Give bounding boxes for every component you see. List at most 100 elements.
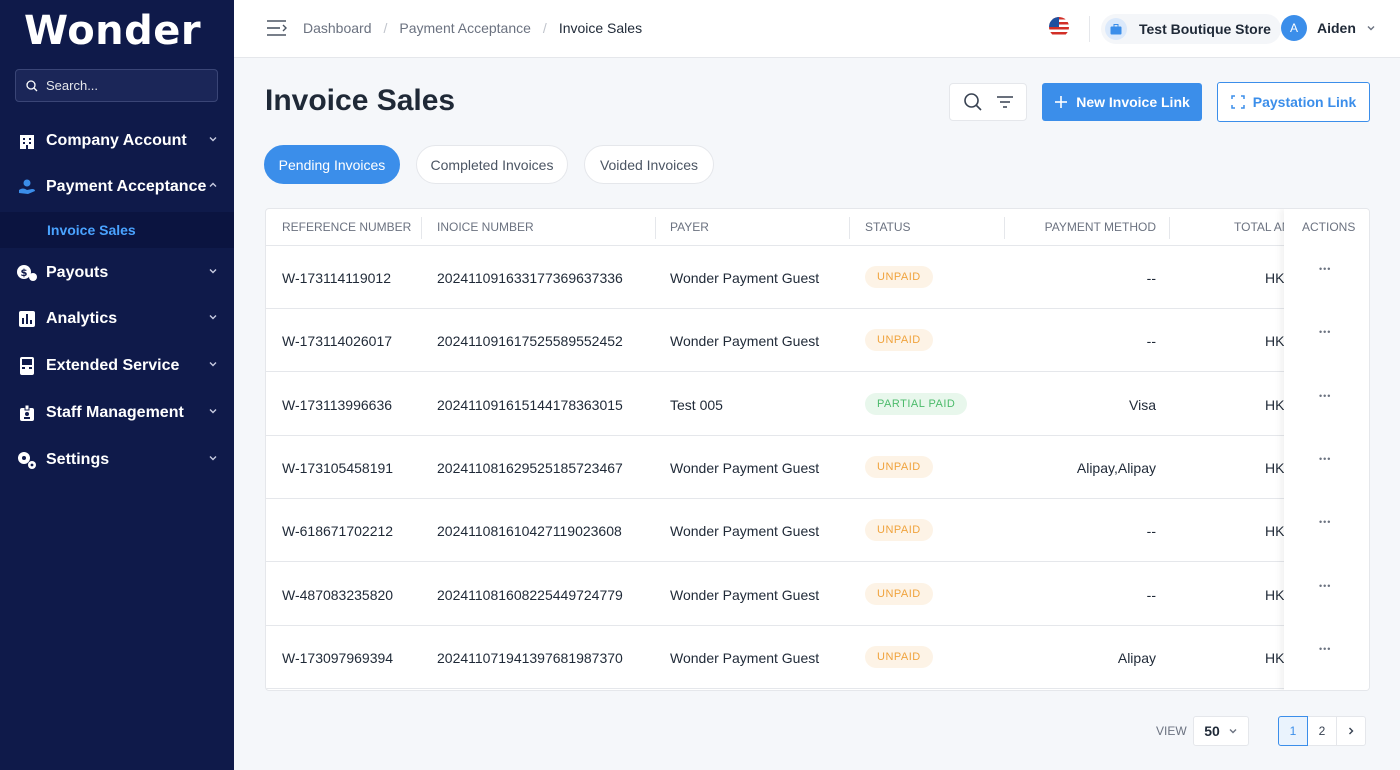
sidebar-item-company-account[interactable]: Company Account [0,121,234,161]
page-button-1[interactable]: 1 [1278,716,1308,746]
sidebar-subitem-invoice-sales[interactable]: Invoice Sales [0,212,234,248]
breadcrumb-payment-acceptance[interactable]: Payment Acceptance [399,20,531,36]
more-actions-icon[interactable]: ••• [1319,264,1331,274]
table-header: REFERENCE NUMBER INOICE NUMBER PAYER STA… [266,209,1369,246]
sidebar-item-label: Company Account [46,132,187,149]
paystation-link-button[interactable]: Paystation Link [1217,82,1370,122]
table-row[interactable]: W-618671702212 202411081610427119023608 Wo… [266,499,1369,563]
scan-frame-icon [1231,95,1245,109]
cell-payment-method: -- [1146,270,1156,286]
terminal-icon [16,355,38,377]
cell-total-amount: HK [1265,649,1285,666]
more-actions-icon[interactable]: ••• [1319,391,1331,401]
page-title: Invoice Sales [265,84,456,117]
tab-completed-invoices[interactable]: Completed Invoices [416,145,568,184]
more-actions-icon[interactable]: ••• [1319,327,1331,337]
store-selector[interactable]: Test Boutique Store [1101,14,1281,44]
search-icon[interactable] [963,92,983,112]
cell-reference: W-173114119012 [282,270,391,286]
cell-payment-method: -- [1146,586,1156,603]
cell-reference: W-487083235820 [282,586,394,603]
cell-reference: W-173097969394 [282,649,394,666]
tab-voided-invoices[interactable]: Voided Invoices [584,145,714,184]
chevron-down-icon [209,456,217,461]
cell-payer: Wonder Payment Guest [670,459,820,476]
more-actions-icon[interactable]: ••• [1319,454,1331,464]
cell-reference: W-173105458191 [282,459,394,476]
wonder-logo[interactable]: Wonder [24,8,201,54]
divider [1089,16,1090,42]
topbar: Dashboard / Payment Acceptance / Invoice… [234,0,1400,58]
column-header-invoice[interactable]: INOICE NUMBER [437,220,534,234]
search-icon [26,79,38,91]
column-header-status[interactable]: STATUS [865,220,911,234]
sidebar-item-label: Settings [46,451,110,468]
cell-invoice-number: 202411091617525589552452 [437,333,623,350]
breadcrumb-dashboard[interactable]: Dashboard [303,20,372,36]
cell-invoice-number: 202411081610427119023608 [437,523,622,540]
page-button-2[interactable]: 2 [1307,716,1337,746]
more-actions-icon[interactable]: ••• [1319,581,1331,591]
cell-payment-method: Alipay,Alipay [1076,459,1156,476]
badge-icon [16,402,38,424]
new-invoice-link-button[interactable]: New Invoice Link [1042,83,1202,121]
status-badge: UNPAID [865,455,933,478]
us-flag-icon[interactable] [1049,17,1069,37]
column-divider [655,217,656,239]
sidebar-item-label: Analytics [46,310,118,327]
sidebar-item-payment-acceptance[interactable]: Payment Acceptance [0,167,234,207]
chevron-down-icon [1367,26,1375,31]
sidebar-item-label: Extended Service [46,357,180,374]
search-input[interactable] [46,78,206,93]
sidebar-item-staff-management[interactable]: Staff Management [0,393,234,433]
column-header-total-amount[interactable]: TOTAL AMOUNT [1234,220,1284,234]
chevron-down-icon [209,137,217,142]
menu-toggle-icon[interactable] [266,19,288,37]
cell-payer: Wonder Payment Guest [670,649,820,666]
cell-invoice-number: 202411081608225449724779 [437,586,623,603]
breadcrumb: Dashboard / Payment Acceptance / Invoice… [303,20,642,36]
next-page-button[interactable] [1336,716,1366,746]
user-name: Aiden [1317,20,1356,36]
filter-icon[interactable] [996,95,1014,109]
sidebar-item-extended-service[interactable]: Extended Service [0,346,234,386]
cell-payer: Wonder Payment Guest [670,333,820,350]
column-header-payer[interactable]: PAYER [670,220,709,234]
bar-chart-icon [16,308,38,330]
plus-icon [1055,96,1068,108]
cell-payer: Wonder Payment Guest [670,270,820,286]
search-box[interactable] [15,69,218,102]
page-size-value: 50 [1204,723,1220,739]
more-actions-icon[interactable]: ••• [1319,644,1331,654]
chevron-down-icon [209,269,217,274]
more-actions-icon[interactable]: ••• [1319,517,1331,527]
table-row[interactable]: W-173114119012 20241109163317736963733​6 W… [266,246,1369,309]
sidebar-item-label: Staff Management [46,404,184,421]
sidebar-item-label: Payouts [46,264,109,281]
table-row[interactable]: W-173113996636 202411091615144178363015 Te… [266,373,1369,436]
sidebar-item-settings[interactable]: Settings [0,440,234,480]
tab-pending-invoices[interactable]: Pending Invoices [264,145,400,184]
cell-reference: W-618671702212 [282,523,394,540]
cell-invoice-number: 202411091615144178363015 [437,396,623,413]
table-row[interactable]: W-173114026017 202411091617525589552452 Wo… [266,309,1369,373]
sidebar-item-analytics[interactable]: Analytics [0,299,234,339]
cell-total-amount: HK [1265,270,1285,286]
column-divider [421,217,422,239]
page-size-select[interactable]: 50 [1193,716,1249,746]
cell-reference: W-173114026017 [282,333,393,350]
column-header-payment-method[interactable]: PAYMENT METHOD [1045,220,1156,234]
cell-payer: Wonder Payment Guest [670,523,820,540]
cell-payment-method: -- [1146,333,1156,350]
chevron-down-icon [1229,729,1237,734]
table-row[interactable]: W-173105458191 202411081629525185723467 Wo… [266,436,1369,499]
table-row[interactable]: W-487083235820 202411081608225449724779 Wo… [266,563,1369,626]
sidebar-item-payouts[interactable]: $ Payouts [0,253,234,293]
status-badge: PARTIAL PAID [865,392,968,415]
svg-text:$: $ [21,268,28,279]
table-row[interactable]: W-173097969394 202411071941397681987370 Wo… [266,626,1369,689]
cell-invoice-number: 202411081629525185723467 [437,459,623,476]
column-header-reference[interactable]: REFERENCE NUMBER [282,220,411,234]
column-divider [849,217,850,239]
user-menu[interactable]: A Aiden [1281,15,1376,41]
